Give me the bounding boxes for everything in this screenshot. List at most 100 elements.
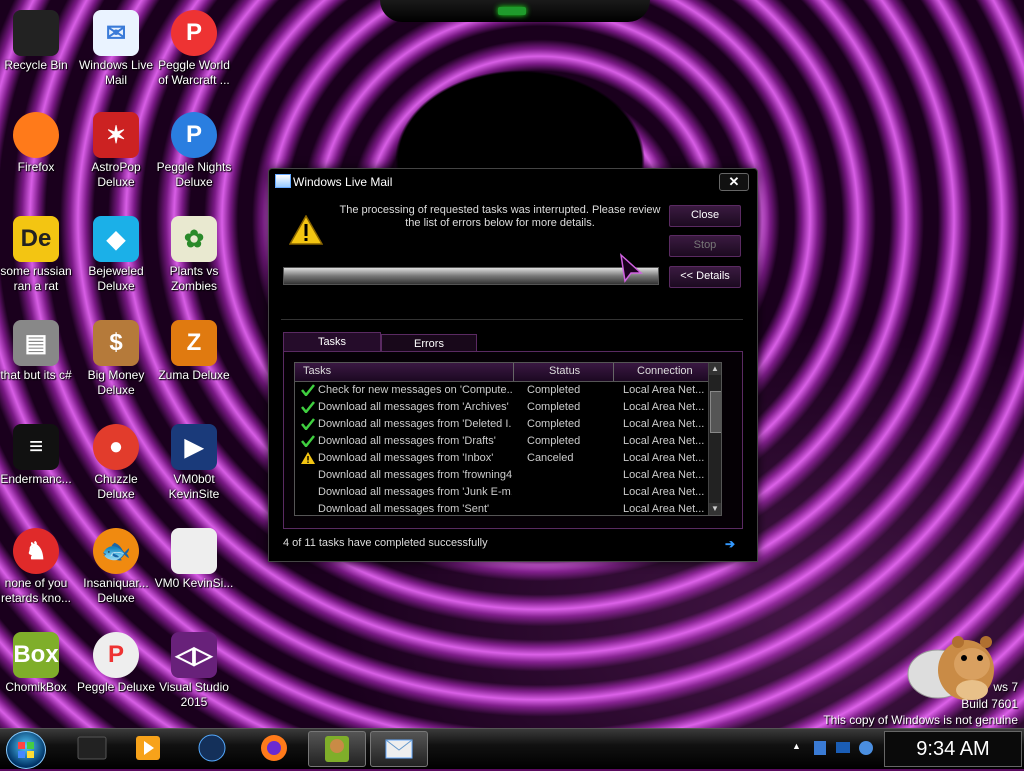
column-tasks[interactable]: Tasks [303, 365, 331, 377]
desktop-icon-plants-vs-zombies[interactable]: ✿ Plants vs Zombies [152, 216, 236, 294]
tray-icons [814, 741, 873, 755]
app-icon: ♞ [13, 528, 59, 574]
task-name: Download all messages from 'Deleted I... [318, 418, 512, 430]
taskbar-explorer[interactable] [64, 731, 120, 765]
desktop-icon-label: Peggle Deluxe [76, 680, 156, 694]
desktop-icon-chuzzle-deluxe[interactable]: ● Chuzzle Deluxe [74, 424, 158, 502]
check-icon [301, 435, 315, 447]
list-header: Tasks Status Connection [295, 363, 719, 382]
desktop-icon-label: VM0b0t KevinSite [168, 472, 220, 501]
task-status: Completed [527, 401, 581, 413]
task-status: Canceled [527, 452, 574, 464]
show-hidden-icons-icon[interactable]: ▲ [792, 741, 801, 751]
firefox-icon [261, 735, 287, 761]
globe-icon [198, 734, 226, 762]
task-connection: Local Area Net... [623, 503, 705, 515]
desktop-icon-label: Windows Live Mail [78, 58, 154, 87]
taskbar-browser[interactable] [184, 731, 240, 765]
desktop-icon-endermanc[interactable]: ≡ Endermanc... [0, 424, 78, 487]
terminal-icon: ≡ [13, 424, 59, 470]
astropop-icon: ✶ [93, 112, 139, 158]
chomikbox-icon: Box [13, 632, 59, 678]
vm-icon: ▶ [171, 424, 217, 470]
windows-live-mail-dialog: Windows Live Mail ✕ The processing of re… [268, 168, 758, 562]
tasks-list[interactable]: Tasks Status Connection Check for new me… [294, 362, 722, 516]
chomikbox-icon [325, 736, 349, 762]
desktop-icon-none-of-you-retards-kno[interactable]: ♞ none of you retards kno... [0, 528, 78, 606]
taskbar-clock[interactable]: 9:34 AM [884, 731, 1022, 767]
desktop-icon-bejeweled-deluxe[interactable]: ◆ Bejeweled Deluxe [74, 216, 158, 294]
chuzzle-icon: ● [93, 424, 139, 470]
taskbar-firefox[interactable] [246, 731, 302, 765]
task-connection: Local Area Net... [623, 418, 705, 430]
windows-logo-icon [18, 742, 34, 758]
task-name: Download all messages from 'Sent' [318, 503, 490, 515]
desktop-icon-that-but-its-c[interactable]: ▤ that but its c# [0, 320, 78, 383]
tab-tasks[interactable]: Tasks [283, 332, 381, 352]
scroll-thumb[interactable] [710, 391, 721, 433]
desktop-icon-label: ChomikBox [5, 680, 67, 694]
column-connection[interactable]: Connection [637, 365, 693, 377]
task-connection: Local Area Net... [623, 401, 705, 413]
desktop-icon-visual-studio-2015[interactable]: ◁▷ Visual Studio 2015 [152, 632, 236, 710]
money-bag-icon: $ [93, 320, 139, 366]
table-row[interactable]: Download all messages from 'Archives' Com… [295, 399, 719, 416]
start-button[interactable] [6, 731, 46, 769]
desktop-icon-chomikbox[interactable]: Box ChomikBox [0, 632, 78, 695]
hamster-gadget-icon [907, 636, 994, 700]
desktop-icon-label: some russian ran a rat [0, 264, 72, 293]
task-status: Completed [527, 384, 581, 396]
task-connection: Local Area Net... [623, 486, 705, 498]
warning-icon [301, 452, 315, 464]
column-status[interactable]: Status [549, 365, 580, 377]
desktop-icon-vm0-kevinsi[interactable]: VM0 KevinSi... [152, 528, 236, 591]
desktop-icon-peggle-nights-deluxe[interactable]: P Peggle Nights Deluxe [152, 112, 236, 190]
desktop-icon-some-russian-ran-a-rat[interactable]: De some russian ran a rat [0, 216, 78, 294]
dialog-titlebar[interactable]: Windows Live Mail ✕ [269, 169, 757, 193]
taskbar-media-player[interactable] [120, 731, 176, 765]
desktop-icon-label: Zuma Deluxe [158, 368, 230, 382]
stop-button[interactable]: Stop [669, 235, 741, 257]
explorer-icon [77, 736, 107, 760]
taskbar-windows-live-mail[interactable] [370, 731, 428, 767]
mouse-pointer-icon [619, 253, 643, 283]
tasks-panel: Tasks Status Connection Check for new me… [283, 351, 743, 529]
table-row[interactable]: Download all messages from 'Junk E-m... L… [295, 484, 719, 501]
firefox-icon [13, 112, 59, 158]
peggle-icon: P [171, 112, 217, 158]
warning-icon [289, 215, 323, 245]
desktop-icon-big-money-deluxe[interactable]: $ Big Money Deluxe [74, 320, 158, 398]
desktop-icon-label: Firefox [17, 160, 55, 174]
desktop-icon-vm0b0t-kevinsite[interactable]: ▶ VM0b0t KevinSite [152, 424, 236, 502]
desktop-icon-insaniquar-deluxe[interactable]: 🐟 Insaniquar... Deluxe [74, 528, 158, 606]
table-row[interactable]: Download all messages from 'Deleted I...… [295, 416, 719, 433]
zuma-icon: Z [171, 320, 217, 366]
desktop-icon-zuma-deluxe[interactable]: Z Zuma Deluxe [152, 320, 236, 383]
table-row[interactable]: Download all messages from 'Inbox' Cancel… [295, 450, 719, 467]
details-button[interactable]: << Details [669, 266, 741, 288]
window-stack-icon: ▤ [13, 320, 59, 366]
desktop-icon-recycle-bin[interactable]: Recycle Bin [0, 10, 78, 73]
task-name: Check for new messages on 'Compute... [318, 384, 512, 396]
desktop-icon-peggle-deluxe[interactable]: P Peggle Deluxe [74, 632, 158, 695]
table-row[interactable]: Download all messages from 'Sent' Local A… [295, 501, 719, 515]
scroll-up-icon[interactable]: ▲ [709, 363, 721, 375]
desktop-icon-peggle-world-of-warcraft[interactable]: P Peggle World of Warcraft ... [152, 10, 236, 88]
close-icon[interactable]: ✕ [719, 173, 749, 191]
peggle-icon: P [171, 10, 217, 56]
task-name: Download all messages from 'Inbox' [318, 452, 494, 464]
list-scrollbar[interactable]: ▲ ▼ [708, 363, 721, 515]
task-connection: Local Area Net... [623, 435, 705, 447]
desktop-icon-label: Recycle Bin [4, 58, 68, 72]
desktop-icon-astropop-deluxe[interactable]: ✶ AstroPop Deluxe [74, 112, 158, 190]
taskbar-chomikbox[interactable] [308, 731, 366, 767]
desktop-icon-firefox[interactable]: Firefox [0, 112, 78, 175]
table-row[interactable]: Check for new messages on 'Compute... Com… [295, 382, 719, 399]
table-row[interactable]: Download all messages from 'Drafts' Compl… [295, 433, 719, 450]
close-button[interactable]: Close [669, 205, 741, 227]
fish-icon: 🐟 [93, 528, 139, 574]
scroll-down-icon[interactable]: ▼ [709, 503, 721, 515]
desktop-icon-windows-live-mail[interactable]: ✉ Windows Live Mail [74, 10, 158, 88]
monitor-icon [836, 742, 850, 753]
table-row[interactable]: Download all messages from 'frowning4' Lo… [295, 467, 719, 484]
